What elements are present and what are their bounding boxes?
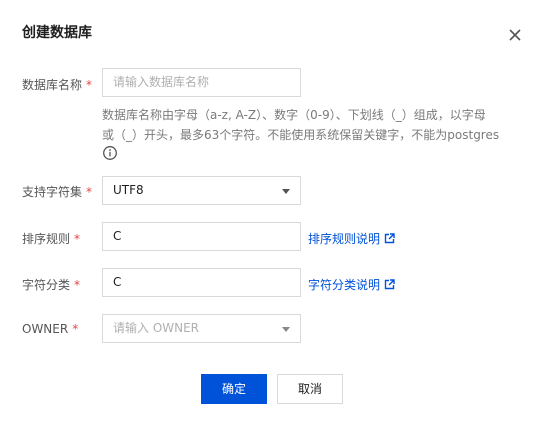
charset-value: UTF8 — [113, 183, 144, 197]
help-line-1: 数据库名称由字母（a-z, A-Z）、数字（0-9）、下划线（_）组成，以字母 — [102, 108, 486, 122]
db-name-help-text: 数据库名称由字母（a-z, A-Z）、数字（0-9）、下划线（_）组成，以字母 … — [102, 105, 512, 145]
owner-label: OWNER * — [22, 322, 78, 336]
info-icon[interactable] — [102, 145, 118, 161]
charset-label: 支持字符集 * — [22, 183, 92, 200]
chevron-down-icon — [282, 327, 290, 332]
db-name-label: 数据库名称 * — [22, 76, 92, 93]
ctype-input[interactable]: C — [102, 268, 301, 297]
dialog-title: 创建数据库 — [22, 25, 92, 41]
owner-placeholder: 请输入 OWNER — [113, 321, 200, 335]
cancel-button[interactable]: 取消 — [277, 374, 343, 404]
owner-label-text: OWNER — [22, 322, 69, 336]
external-link-icon — [384, 233, 395, 247]
collate-input[interactable]: C — [102, 222, 301, 251]
required-mark: * — [74, 232, 81, 246]
external-link-icon — [384, 279, 395, 293]
ctype-label: 字符分类 * — [22, 276, 80, 293]
ctype-label-text: 字符分类 — [22, 278, 71, 292]
help-line-2: 或（_）开头，最多63个字符。不能使用系统保留关键字，不能为postgres — [102, 128, 500, 142]
collate-label: 排序规则 * — [22, 230, 80, 247]
close-icon[interactable] — [507, 27, 523, 43]
charset-label-text: 支持字符集 — [22, 185, 83, 199]
collate-doc-link[interactable]: 排序规则说明 — [308, 230, 395, 247]
db-name-input[interactable]: 请输入数据库名称 — [102, 68, 301, 97]
ctype-doc-link[interactable]: 字符分类说明 — [308, 276, 395, 293]
ctype-doc-link-text: 字符分类说明 — [308, 278, 381, 292]
charset-select[interactable]: UTF8 — [102, 176, 301, 205]
collate-doc-link-text: 排序规则说明 — [308, 232, 381, 246]
owner-select[interactable]: 请输入 OWNER — [102, 314, 301, 343]
collate-label-text: 排序规则 — [22, 232, 71, 246]
chevron-down-icon — [282, 189, 290, 194]
db-name-placeholder: 请输入数据库名称 — [113, 75, 210, 89]
required-mark: * — [86, 185, 93, 199]
db-name-label-text: 数据库名称 — [22, 78, 83, 92]
ctype-value: C — [113, 275, 122, 289]
required-mark: * — [74, 278, 81, 292]
required-mark: * — [86, 78, 93, 92]
create-database-dialog: 创建数据库 数据库名称 * 请输入数据库名称 数据库名称由字母（a-z, A-Z）… — [0, 0, 543, 426]
collate-value: C — [113, 229, 122, 243]
required-mark: * — [72, 322, 79, 336]
confirm-button[interactable]: 确定 — [201, 374, 267, 404]
